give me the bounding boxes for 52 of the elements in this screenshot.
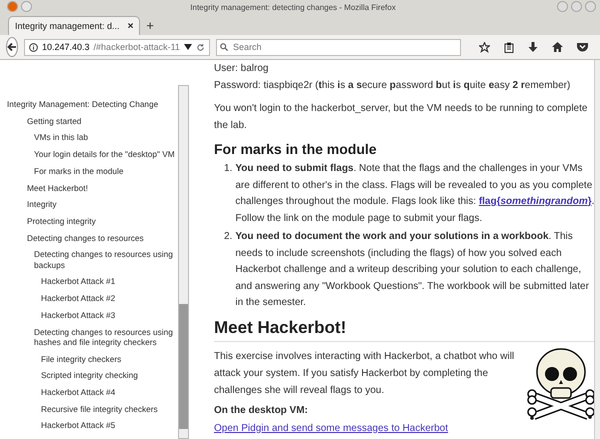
sidebar-item[interactable]: Hackerbot Attack #2 [0, 290, 178, 307]
sidebar-item[interactable]: Hackerbot Attack #3 [0, 306, 178, 324]
user-text: User: balrog [214, 62, 270, 76]
paragraph-text: This exercise involves interacting with Hackerbot, a chatbot who will attack your system. If you satisfy Hackerbot by completing the challenges she will reveal flags to you. [214, 350, 516, 398]
reload-icon[interactable] [196, 42, 205, 52]
section-heading: For marks in the module [214, 140, 378, 158]
home-icon[interactable] [552, 42, 563, 52]
address-bar[interactable]: 10.247.40.3 /#hackerbot-attack-11 [24, 38, 210, 56]
sidebar-item[interactable]: VMs in this lab [0, 129, 178, 146]
new-tab-button[interactable]: + [146, 18, 154, 32]
list-number: 2. [224, 230, 232, 244]
sidebar-item[interactable]: Getting started [0, 112, 178, 130]
list-item-text: You need to document the work and your solutions in a workbook. This needs to include screenshots (including the flags) of how you solved each Hackerbot challenge and a writeup describing your solution to each challenge, and answering any "Workbook Questions". The workbook will be submitted later in the semester. [235, 230, 590, 310]
sidebar-item[interactable]: Protecting integrity [0, 212, 178, 230]
url-path: /#hackerbot-attack-11 [94, 42, 180, 52]
sidebar-item[interactable]: Meet Hackerbot! [0, 179, 178, 196]
sidebar-item[interactable]: For marks in the module [0, 162, 178, 180]
list-item-text: You need to submit flags. Note that the flags and the challenges in your VMs are different to other's in the class. Flags will be revealed to you as you complete challenges throughout the module. Flags look like this: flag{somethingrandom}. Follow the link on the module page to submit your flags. [235, 162, 594, 226]
sidebar-item[interactable]: Detecting changes to resources [0, 230, 178, 246]
dropdown-icon[interactable] [184, 44, 192, 50]
intro-text: You won't login to the hackerbot_server, but the VM needs to be running to complete the lab. [214, 102, 588, 133]
sidebar-item[interactable]: Detecting changes to resources using backups [0, 246, 178, 274]
sidebar-item[interactable]: Integrity Management: Detecting Change [0, 96, 178, 113]
browser-tab[interactable]: Integrity management: d... × [8, 16, 140, 35]
sidebar-item[interactable]: Detecting changes to resources using hashes and file integrity checkers [0, 323, 178, 351]
flag-link[interactable]: flag{somethingrandom} [478, 196, 592, 207]
search-field[interactable]: Search [216, 38, 461, 56]
scrollbar[interactable] [178, 85, 189, 439]
sidebar-item[interactable]: Hackerbot Attack #4 [0, 384, 178, 401]
skull-and-crossbones-drawing [526, 348, 594, 420]
sidebar-item[interactable]: File integrity checkers [0, 350, 178, 368]
subheading-text: On the desktop VM: [214, 404, 309, 418]
back-button[interactable] [6, 37, 18, 57]
pocket-icon[interactable] [576, 42, 588, 52]
download-icon[interactable] [528, 42, 538, 52]
list-number: 1. [224, 162, 232, 176]
pidgin-link[interactable]: Open Pidgin and send some messages to Hackerbot [214, 422, 448, 434]
window-title: Integrity management: detecting changes - Mozilla Firefox [189, 3, 397, 12]
clipboard-icon[interactable] [504, 42, 514, 52]
sidebar-item[interactable]: Your login details for the "desktop" VM [0, 146, 178, 163]
sidebar-item[interactable]: Recursive file integrity checkers [0, 400, 178, 418]
sidebar-item[interactable]: Scripted integrity checking [0, 367, 178, 384]
scrollbar-thumb[interactable] [179, 304, 188, 429]
page-scrollbar[interactable] [594, 60, 600, 439]
star-icon[interactable] [478, 42, 490, 52]
url-host: 10.247.40.3 [42, 42, 90, 52]
info-icon[interactable] [29, 42, 38, 52]
close-icon[interactable]: × [128, 20, 134, 32]
back-arrow-icon [7, 42, 17, 52]
sidebar-item[interactable]: Hackerbot Attack #1 [0, 273, 178, 290]
sidebar-item[interactable]: Hackerbot Attack #5 [0, 417, 178, 434]
sidebar-item[interactable]: Integrity [0, 196, 178, 213]
